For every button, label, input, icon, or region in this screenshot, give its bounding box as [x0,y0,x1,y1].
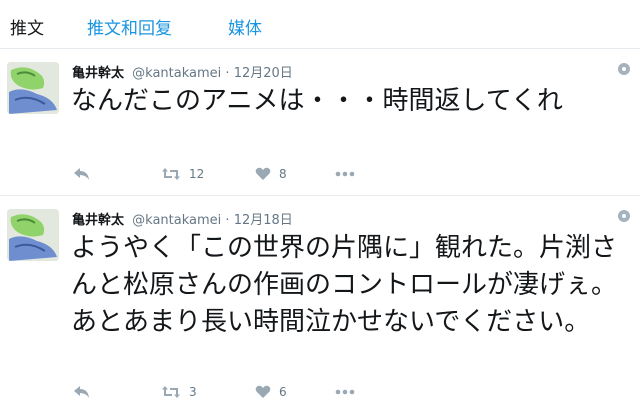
more-icon [335,171,355,177]
tweet-text: なんだこのアニメは・・・時間返してくれ [71,86,563,116]
separator: · [225,66,230,81]
avatar[interactable] [7,209,59,261]
retweet-count: 3 [189,385,197,399]
tweet-timestamp[interactable]: 12月20日 [234,66,293,81]
retweet-button[interactable]: 12 [161,164,204,184]
tab-tweets-and-replies[interactable]: 推文和回复 [87,14,172,39]
heart-icon [255,385,271,398]
retweet-button[interactable]: 3 [161,382,197,402]
tweet[interactable]: 亀井幹太 @kantakamei · 12月20日 なんだこのアニメは・・・時間… [0,49,640,196]
more-button[interactable] [335,164,355,184]
user-handle[interactable]: @kantakamei [132,213,221,228]
tweet-actions: 3 6 [71,382,471,402]
tab-tweets[interactable]: 推文 [10,14,44,39]
user-handle[interactable]: @kantakamei [132,66,221,81]
gear-icon[interactable] [618,63,630,75]
reply-button[interactable] [73,382,91,402]
like-count: 6 [279,385,287,399]
tweet-header: 亀井幹太 @kantakamei · 12月20日 [72,62,293,81]
reply-icon [74,386,89,398]
reply-button[interactable] [73,164,91,184]
tab-media[interactable]: 媒体 [228,14,262,39]
more-button[interactable] [335,382,355,402]
tweet-header: 亀井幹太 @kantakamei · 12月18日 [72,209,293,228]
separator: · [225,213,230,228]
more-icon [335,389,355,395]
tweet-actions: 12 8 [71,164,471,184]
tweet-text: ようやく「この世界の片隅に」観れた。片渕さんと松原さんの作画のコントロールが凄げ… [71,233,618,337]
display-name[interactable]: 亀井幹太 [72,213,124,228]
reply-icon [74,168,89,180]
retweet-count: 12 [189,167,205,181]
like-button[interactable]: 6 [255,382,287,402]
retweet-icon [162,386,180,398]
like-button[interactable]: 8 [255,164,287,184]
display-name[interactable]: 亀井幹太 [72,66,124,81]
tweet-timestamp[interactable]: 12月18日 [234,213,293,228]
profile-tabs: 推文 推文和回复 媒体 [0,0,640,49]
tweet[interactable]: 亀井幹太 @kantakamei · 12月18日 ようやく「この世界の片隅に」… [0,196,640,413]
heart-icon [255,167,271,180]
gear-icon[interactable] [618,210,630,222]
avatar[interactable] [7,62,59,114]
like-count: 8 [279,167,287,181]
retweet-icon [162,168,180,180]
